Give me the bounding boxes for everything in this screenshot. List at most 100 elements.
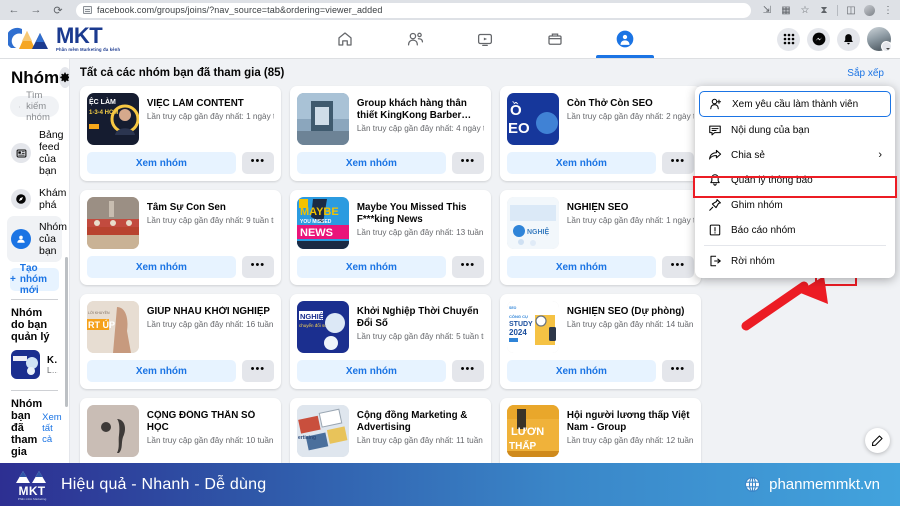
group-last-visit: Lần truy cập gần đây nhất: 1 ngày trước <box>146 112 274 122</box>
video-tab[interactable] <box>450 20 520 58</box>
menu-item-pin-group[interactable]: Ghim nhóm <box>699 193 891 217</box>
extensions-icon[interactable]: ⧗ <box>818 4 830 16</box>
thumbnail-art: SEO CÔNG CỤ STUDY 2024 <box>506 301 559 353</box>
mkt-brand-logo[interactable]: MKT Phần mềm Marketing đa kênh <box>0 25 210 53</box>
group-card-info: GIÚP NHAU KHỞI NGHIỆP Lần truy cập gần đ… <box>147 301 274 329</box>
group-last-visit: Lần truy cập gần đây nhất: 1 ngày trước <box>566 216 694 226</box>
sidebar-item-your-groups[interactable]: Nhóm của bạn <box>7 216 67 262</box>
thumbnail-art: NGHIỆP chuyển đổi số <box>296 301 349 353</box>
group-name: Tâm Sự Con Sen <box>146 202 226 213</box>
create-group-button[interactable]: + Tạo nhóm mới <box>10 263 59 296</box>
group-thumbnail: MAYBE YOU MISSED NEWS <box>296 197 349 249</box>
more-options-button[interactable]: ••• <box>241 360 274 382</box>
split-view-icon[interactable]: ◫ <box>845 4 857 16</box>
thumbnail-art <box>11 350 40 379</box>
group-card-info: Group khách hàng thân thiết KingKong Bar… <box>357 93 484 133</box>
more-options-button[interactable]: ••• <box>661 152 694 174</box>
sidebar-divider-2 <box>11 390 58 391</box>
group-card[interactable]: NGHIỆ NGHIỆN SEO Lần truy cập gần đây nh… <box>499 190 701 285</box>
group-card[interactable]: ỆC LÀM 1-3-4 HCM VIỆC LÀM CONTENT Lần tr… <box>79 86 281 181</box>
grid-menu-glyph <box>783 33 794 45</box>
group-card[interactable]: CỘNG ĐỒNG THẦN SỐ HỌC Lần truy cập gần đ… <box>79 398 281 463</box>
share-icon[interactable]: ⇲ <box>761 4 773 16</box>
more-options-button[interactable]: ••• <box>451 256 484 278</box>
account-avatar[interactable] <box>867 27 892 52</box>
more-options-button[interactable]: ••• <box>661 256 694 278</box>
view-group-button[interactable]: Xem nhóm <box>296 152 446 174</box>
home-tab[interactable] <box>310 20 380 58</box>
group-card[interactable]: Tâm Sự Con Sen Lần truy cập gần đây nhất… <box>79 190 281 285</box>
see-all-link[interactable]: Xem tất cả <box>42 412 62 445</box>
sidebar-item-feed[interactable]: Bảng feed của bạn <box>7 124 64 182</box>
group-card[interactable]: ertising Cộng đồng Marketing & Advertisi… <box>289 398 491 463</box>
more-options-button[interactable]: ••• <box>241 256 274 278</box>
menu-item-member-requests[interactable]: Xem yêu cầu làm thành viên <box>699 91 891 117</box>
sidebar-item-discover-label: Khám phá <box>39 187 67 211</box>
view-group-button[interactable]: Xem nhóm <box>506 152 656 174</box>
group-thumbnail: Ồ EO <box>506 93 559 145</box>
groups-tab[interactable] <box>590 20 660 58</box>
groups-icon <box>616 30 634 48</box>
address-bar[interactable]: facebook.com/groups/joins/?nav_source=ta… <box>76 2 751 18</box>
grid-menu-icon[interactable] <box>777 27 800 51</box>
group-card-actions: Xem nhóm ••• <box>296 360 484 382</box>
group-card-top: ỆC LÀM 1-3-4 HCM VIỆC LÀM CONTENT Lần tr… <box>86 93 274 145</box>
reload-icon[interactable]: ⟳ <box>50 2 66 18</box>
menu-item-manage-notifications[interactable]: Quản lý thông báo <box>699 168 891 192</box>
messenger-icon[interactable] <box>807 27 830 51</box>
menu-item-label: Nội dung của bạn <box>731 124 810 136</box>
thumbnail-art: MAYBE YOU MISSED NEWS <box>296 197 349 249</box>
list-item[interactable]: Khởi Nghiệp Thời Chuyển Đổi Số Lần hoạt … <box>0 347 69 382</box>
friends-tab[interactable] <box>380 20 450 58</box>
view-group-button[interactable]: Xem nhóm <box>296 256 446 278</box>
group-name: Khởi Nghiệp Thời Chuyển Đổi Số <box>356 306 479 330</box>
view-group-button[interactable]: Xem nhóm <box>86 256 236 278</box>
menu-item-label: Ghim nhóm <box>731 199 783 211</box>
view-group-button[interactable]: Xem nhóm <box>506 256 656 278</box>
group-card[interactable]: RT ÚP LỜI KHUYÊN GIÚP NHAU KHỞI NGHIỆP L… <box>79 294 281 389</box>
sidebar-item-discover[interactable]: Khám phá <box>7 182 66 216</box>
view-group-button[interactable]: Xem nhóm <box>296 360 446 382</box>
bookmark-star-icon[interactable]: ☆ <box>799 4 811 16</box>
group-card[interactable]: SEO CÔNG CỤ STUDY 2024 NGHIỆN SEO (Dự ph… <box>499 294 701 389</box>
page-title: Tất cả các nhóm bạn đã tham gia (85) <box>79 67 285 79</box>
more-options-button[interactable]: ••• <box>451 152 484 174</box>
gear-icon[interactable] <box>59 67 69 88</box>
view-group-button[interactable]: Xem nhóm <box>86 360 236 382</box>
group-card-top: ertising Cộng đồng Marketing & Advertisi… <box>296 405 484 457</box>
menu-item-report-group[interactable]: Báo cáo nhóm <box>699 218 891 242</box>
menu-item-share[interactable]: Chia sẻ › <box>699 143 891 167</box>
more-options-button[interactable]: ••• <box>241 152 274 174</box>
back-arrow-icon[interactable]: ← <box>6 2 22 18</box>
profile-icon[interactable] <box>864 4 875 16</box>
group-card[interactable]: NGHIỆP chuyển đổi số Khởi Nghiệp Thời Ch… <box>289 294 491 389</box>
feed-glyph <box>16 149 26 157</box>
group-thumbnail: ỆC LÀM 1-3-4 HCM <box>86 93 139 145</box>
compose-pencil-icon <box>871 435 883 447</box>
marketplace-tab[interactable] <box>520 20 590 58</box>
menu-kebab-icon[interactable]: ⋮ <box>882 4 894 16</box>
site-info-icon[interactable] <box>83 6 92 14</box>
group-card[interactable]: LƯƠN THẤP Hội người lương thấp Việt Nam … <box>499 398 701 463</box>
view-group-button[interactable]: Xem nhóm <box>86 152 236 174</box>
svg-text:YOU MISSED: YOU MISSED <box>300 219 332 225</box>
sidebar-scrollbar[interactable] <box>64 257 68 407</box>
group-card[interactable]: Ồ EO Còn Thở Còn SEO Lần truy cập gần đâ… <box>499 86 701 181</box>
menu-item-your-content[interactable]: Nội dung của bạn <box>699 118 891 142</box>
translate-icon[interactable]: ▦ <box>780 4 792 16</box>
search-input[interactable]: Tìm kiếm nhóm <box>10 90 59 123</box>
notifications-bell-icon[interactable] <box>837 27 860 51</box>
menu-item-leave-group[interactable]: Rời nhóm <box>699 249 891 273</box>
compose-button[interactable] <box>865 428 890 453</box>
group-card[interactable]: Group khách hàng thân thiết KingKong Bar… <box>289 86 491 181</box>
group-name: Hội người lương thấp Việt Nam - Group <box>566 410 690 434</box>
group-card[interactable]: MAYBE YOU MISSED NEWS Maybe You Missed T… <box>289 190 491 285</box>
more-options-button[interactable]: ••• <box>451 360 484 382</box>
more-options-button[interactable]: ••• <box>661 360 694 382</box>
group-card-actions: Xem nhóm ••• <box>506 256 694 278</box>
forward-arrow-icon[interactable]: → <box>28 2 44 18</box>
group-card-top: Group khách hàng thân thiết KingKong Bar… <box>296 93 484 145</box>
view-group-button[interactable]: Xem nhóm <box>506 360 656 382</box>
sort-link[interactable]: Sắp xếp <box>847 68 884 79</box>
sidebar-item-feed-label: Bảng feed của bạn <box>39 129 64 177</box>
